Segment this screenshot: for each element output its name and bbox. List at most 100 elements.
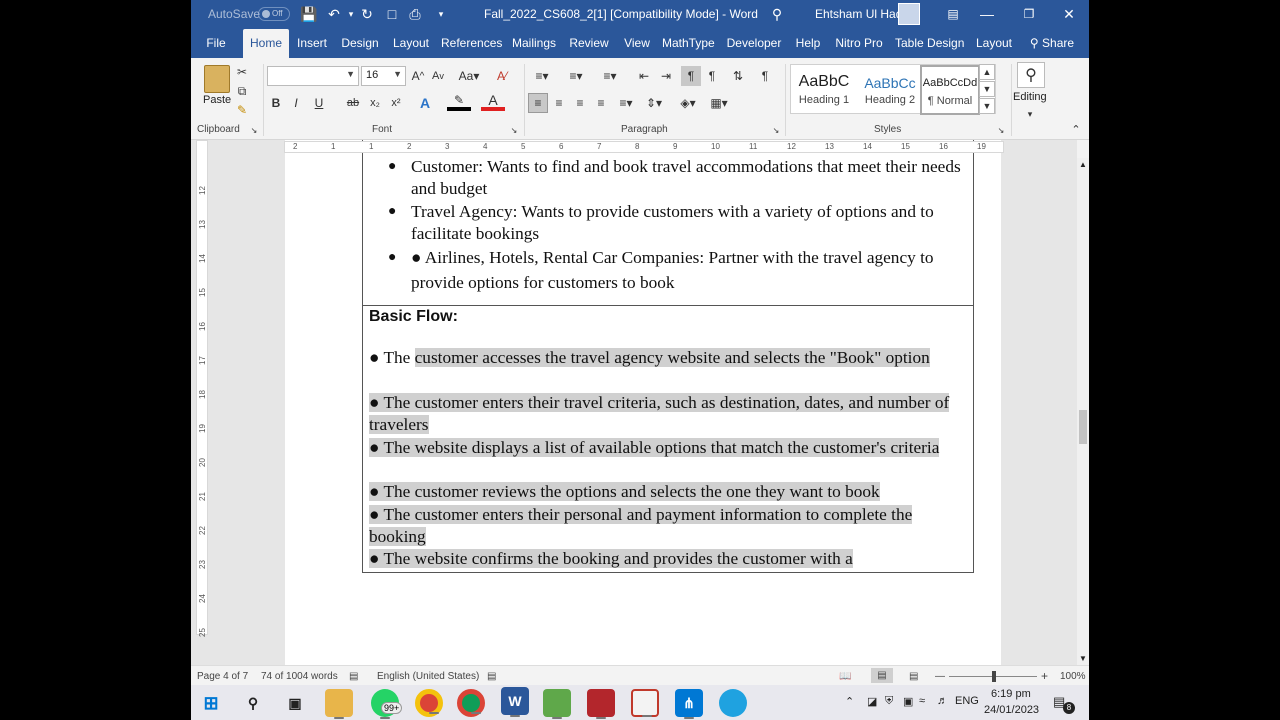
styles-scroll-down-icon[interactable]: ▼ — [979, 81, 995, 97]
styles-launcher-icon[interactable]: ↘ — [995, 124, 1007, 136]
styles-scroll-up-icon[interactable]: ▲ — [979, 64, 995, 80]
horizontal-ruler[interactable]: 2 1 1 2 3 4 5 6 7 8 9 10 11 12 13 14 15 16 19 — [284, 141, 1004, 153]
tab-review[interactable]: Review — [569, 29, 609, 58]
tray-app-icon[interactable]: ◪ — [867, 695, 877, 708]
decrease-indent-icon[interactable]: ⇤ — [635, 66, 653, 86]
tab-nitro-pro[interactable]: Nitro Pro — [834, 29, 884, 58]
scroll-up-icon[interactable]: ▲ — [1079, 160, 1087, 169]
minimize-icon[interactable]: — — [977, 4, 997, 24]
line-spacing-icon[interactable]: ⇕▾ — [641, 93, 667, 113]
multilevel-list-icon[interactable]: ≡▾ — [597, 66, 623, 86]
copy-icon[interactable]: ⧉ — [234, 81, 250, 101]
read-mode-icon[interactable]: 📖 — [839, 671, 851, 682]
close-icon[interactable]: ✕ — [1059, 4, 1079, 24]
language-indicator[interactable]: ENG — [955, 695, 979, 707]
distributed-icon[interactable]: ≡▾ — [615, 93, 637, 113]
clock-time[interactable]: 6:19 pm — [991, 688, 1031, 700]
format-icon[interactable]: □ — [382, 4, 402, 24]
tab-table-layout[interactable]: Layout — [973, 29, 1015, 58]
show-formatting-marks-icon[interactable]: ¶ — [757, 66, 773, 86]
customize-toolbar-icon[interactable]: ▾ — [431, 4, 451, 24]
list-item[interactable]: ● ● Airlines, Hotels, Rental Car Compani… — [388, 245, 966, 295]
tab-help[interactable]: Help — [793, 29, 823, 58]
clear-formatting-icon[interactable]: A⁄ — [493, 66, 511, 86]
vertical-ruler[interactable]: 12 13 14 15 16 17 18 19 20 21 22 23 24 25 — [196, 140, 208, 637]
shrink-font-icon[interactable]: Av — [429, 66, 447, 86]
grow-font-icon[interactable]: A ^ — [409, 66, 427, 86]
restore-icon[interactable]: ❐ — [1019, 4, 1039, 24]
strikethrough-button[interactable]: ab — [344, 93, 362, 113]
list-item[interactable]: ● The customer accesses the travel agenc… — [369, 347, 969, 369]
superscript-button[interactable]: x² — [388, 93, 404, 113]
font-color-icon[interactable]: A — [481, 92, 505, 111]
accessibility-icon[interactable]: ▤ — [487, 671, 496, 682]
font-size-combo[interactable]: 16 ▼ — [361, 66, 406, 86]
web-layout-icon[interactable]: ▤ — [909, 671, 918, 682]
word-icon[interactable]: W — [501, 687, 529, 717]
format-painter-icon[interactable]: ✎ — [234, 100, 250, 120]
share-button[interactable]: ⚲ Share — [1027, 29, 1077, 58]
vertical-scrollbar[interactable]: ▲ ▼ — [1077, 158, 1089, 665]
styles-more-icon[interactable]: ▼ — [979, 98, 995, 114]
page-count[interactable]: Page 4 of 7 — [197, 671, 248, 682]
zoom-level[interactable]: 100% — [1060, 671, 1086, 682]
clock-date[interactable]: 24/01/2023 — [984, 704, 1039, 716]
align-right-icon[interactable]: ≡ — [571, 93, 589, 113]
snipping-tool-icon[interactable] — [631, 689, 659, 717]
tab-design[interactable]: Design — [339, 29, 381, 58]
list-item[interactable]: ● The customer enters their travel crite… — [369, 392, 969, 436]
word-count[interactable]: 74 of 1004 words — [261, 671, 338, 682]
tray-network-icon[interactable]: ▣ — [903, 695, 913, 708]
list-item[interactable]: ● The website displays a list of availab… — [369, 437, 969, 459]
paste-icon[interactable] — [204, 65, 230, 93]
justify-icon[interactable]: ≡ — [592, 93, 610, 113]
vscode-icon[interactable]: ⋔ — [675, 689, 703, 719]
zoom-out-icon[interactable]: — — [935, 671, 945, 682]
proofing-icon[interactable]: ▤ — [349, 671, 358, 682]
shading-icon[interactable]: ◈▾ — [675, 93, 701, 113]
ribbon-display-icon[interactable]: ▤ — [943, 4, 963, 24]
scrollbar-thumb[interactable] — [1079, 410, 1087, 444]
notepad-icon[interactable] — [543, 689, 571, 719]
zoom-slider-thumb[interactable] — [992, 671, 996, 682]
tab-table-design[interactable]: Table Design — [895, 29, 964, 58]
defender-icon[interactable]: ⛨ — [885, 695, 893, 708]
tab-home[interactable]: Home — [243, 29, 289, 58]
subscript-button[interactable]: x₂ — [367, 93, 383, 113]
screen-recorder-icon[interactable] — [587, 689, 615, 719]
align-left-icon[interactable]: ≡ — [528, 93, 548, 113]
highlight-color-icon[interactable]: ✎ — [447, 93, 471, 111]
font-launcher-icon[interactable]: ↘ — [508, 124, 520, 136]
style-heading-2[interactable]: AaBbCc Heading 2 — [857, 65, 923, 115]
bold-button[interactable]: B — [269, 93, 283, 113]
language[interactable]: English (United States) — [377, 671, 479, 682]
text-effects-icon[interactable]: A — [413, 93, 437, 113]
collapse-ribbon-icon[interactable]: ⌃ — [1068, 122, 1084, 136]
tab-file[interactable]: File — [199, 29, 233, 58]
list-item[interactable]: ● Customer: Wants to find and book trave… — [388, 156, 966, 200]
tray-chevron-icon[interactable]: ⌃ — [845, 695, 854, 708]
rtl-direction-icon[interactable]: ¶ — [681, 66, 701, 86]
list-item[interactable]: ● The customer enters their personal and… — [369, 504, 969, 548]
clipboard-launcher-icon[interactable]: ↘ — [248, 124, 260, 136]
sort-icon[interactable]: ⇅ — [729, 66, 747, 86]
redo-icon[interactable]: ↻ — [357, 4, 377, 24]
paragraph-launcher-icon[interactable]: ↘ — [770, 124, 782, 136]
ltr-direction-icon[interactable]: ¶ — [703, 66, 721, 86]
tab-mathtype[interactable]: MathType — [662, 29, 715, 58]
print-preview-icon[interactable]: ⎙ — [405, 4, 425, 24]
font-name-combo[interactable]: ▼ — [267, 66, 359, 86]
avatar[interactable] — [898, 3, 920, 25]
edge-icon[interactable] — [719, 689, 747, 717]
tab-mailings[interactable]: Mailings — [511, 29, 557, 58]
editing-button[interactable]: Editing — [1013, 91, 1047, 103]
wifi-icon[interactable]: ≈ — [919, 695, 925, 707]
list-item[interactable]: ● The customer reviews the options and s… — [369, 481, 969, 503]
print-layout-icon[interactable]: ▤ — [871, 668, 893, 683]
style-normal[interactable]: AaBbCcDd ¶ Normal — [920, 65, 980, 115]
tab-layout[interactable]: Layout — [391, 29, 431, 58]
task-view-icon[interactable]: ▣ — [281, 689, 309, 717]
save-icon[interactable]: 💾 — [299, 4, 319, 24]
change-case-icon[interactable]: Aa▾ — [455, 66, 483, 86]
borders-icon[interactable]: ▦▾ — [705, 93, 733, 113]
